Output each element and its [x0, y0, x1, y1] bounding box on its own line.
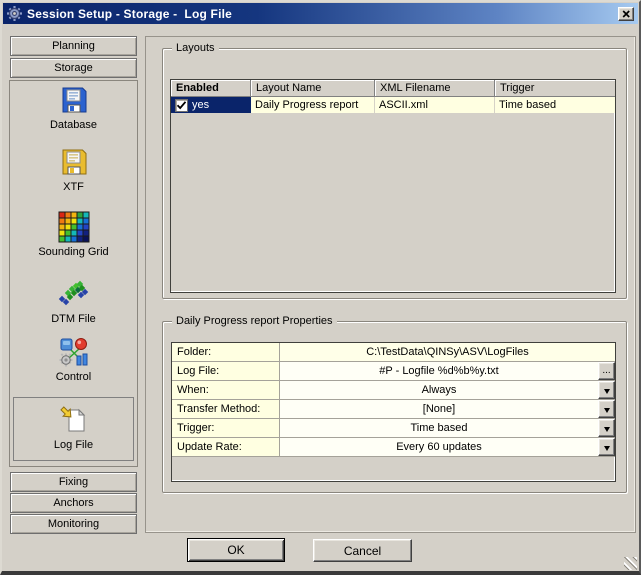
property-row-transfer-method: Transfer Method: [None] [172, 400, 615, 419]
browse-button[interactable]: ... [598, 362, 615, 380]
sidebar-item-sounding-grid[interactable]: Sounding Grid [13, 210, 134, 266]
sidebar-item-fixing[interactable]: Fixing [10, 472, 137, 492]
property-label: Transfer Method: [172, 400, 280, 418]
close-button[interactable] [618, 7, 634, 21]
transfer-method-dropdown-button[interactable] [598, 400, 615, 418]
sidebar-item-anchors[interactable]: Anchors [10, 493, 137, 513]
dtm-file-icon [57, 277, 91, 311]
chevron-down-icon [604, 408, 610, 416]
chevron-down-icon [604, 389, 610, 397]
xml-filename-cell[interactable]: ASCII.xml [375, 97, 495, 113]
enabled-checkbox[interactable] [175, 99, 188, 112]
property-label: Folder: [172, 343, 280, 361]
sidebar-item-storage[interactable]: Storage [10, 58, 137, 78]
cancel-button[interactable]: Cancel [313, 539, 412, 562]
property-label: Update Rate: [172, 438, 280, 456]
enabled-cell[interactable]: yes [171, 97, 251, 113]
sidebar-item-dtm-file[interactable]: DTM File [13, 277, 134, 333]
when-dropdown-button[interactable] [598, 381, 615, 399]
property-row-update-rate: Update Rate: Every 60 updates [172, 438, 615, 457]
resize-grip[interactable] [624, 557, 637, 570]
trigger-cell[interactable]: Time based [495, 97, 615, 113]
update-rate-value[interactable]: Every 60 updates [280, 438, 598, 456]
property-label: Log File: [172, 362, 280, 380]
sounding-grid-icon [57, 210, 91, 244]
database-floppy-blue-icon [57, 83, 91, 117]
column-header-enabled[interactable]: Enabled [171, 80, 251, 97]
sidebar-item-database[interactable]: Database [13, 83, 134, 139]
sidebar-item-planning[interactable]: Planning [10, 36, 137, 56]
sidebar-item-control[interactable]: Control [13, 335, 134, 391]
gear-app-icon [7, 6, 22, 21]
log-file-icon [57, 403, 91, 437]
sidebar-item-label: Log File [54, 439, 93, 452]
sidebar-item-label: Sounding Grid [38, 246, 108, 259]
layouts-group-title: Layouts [172, 41, 219, 55]
sidebar-item-label: Planning [52, 40, 95, 52]
sidebar-item-monitoring[interactable]: Monitoring [10, 514, 137, 534]
ok-button[interactable]: OK [187, 538, 285, 562]
property-label: When: [172, 381, 280, 399]
properties-group-title: Daily Progress report Properties [172, 314, 337, 328]
chevron-down-icon [604, 427, 610, 435]
layouts-groupbox: Layouts Enabled Layout Name XML Filename… [162, 48, 627, 299]
properties-table: Folder: C:\TestData\QINSy\ASV\LogFiles L… [171, 342, 616, 482]
title-bar[interactable]: Session Setup - Storage - Log File [3, 3, 638, 24]
update-rate-dropdown-button[interactable] [598, 438, 615, 456]
when-value[interactable]: Always [280, 381, 598, 399]
session-setup-dialog: Session Setup - Storage - Log File Plann… [0, 0, 641, 575]
property-row-when: When: Always [172, 381, 615, 400]
sidebar-item-label: Anchors [53, 497, 93, 509]
property-row-trigger: Trigger: Time based [172, 419, 615, 438]
sidebar-item-label: Control [56, 371, 91, 384]
sidebar-item-label: DTM File [51, 313, 96, 326]
folder-value[interactable]: C:\TestData\QINSy\ASV\LogFiles [280, 343, 615, 361]
property-label: Trigger: [172, 419, 280, 437]
layout-name-cell[interactable]: Daily Progress report [251, 97, 375, 113]
layouts-table-header: Enabled Layout Name XML Filename Trigger [171, 80, 615, 97]
property-row-log-file: Log File: #P - Logfile %d%b%y.txt ... [172, 362, 615, 381]
table-row: yes Daily Progress report ASCII.xml Time… [171, 97, 615, 113]
trigger-dropdown-button[interactable] [598, 419, 615, 437]
close-icon [622, 10, 631, 18]
layouts-table: Enabled Layout Name XML Filename Trigger… [170, 79, 616, 293]
column-header-trigger[interactable]: Trigger [495, 80, 615, 97]
sidebar-item-log-file[interactable]: Log File [13, 397, 134, 461]
sidebar-item-label: Fixing [59, 476, 88, 488]
check-icon [176, 100, 187, 111]
main-panel: Layouts Enabled Layout Name XML Filename… [145, 36, 636, 533]
sidebar-item-label: Monitoring [48, 518, 99, 530]
storage-icon-list: Database XTF Soundin [9, 80, 138, 467]
chevron-down-icon [604, 446, 610, 454]
column-header-xml-filename[interactable]: XML Filename [375, 80, 495, 97]
xtf-floppy-yellow-icon [57, 145, 91, 179]
log-file-value[interactable]: #P - Logfile %d%b%y.txt [280, 362, 598, 380]
sidebar-item-label: Storage [54, 62, 93, 74]
column-header-layout-name[interactable]: Layout Name [251, 80, 375, 97]
sidebar-item-label: Database [50, 119, 97, 132]
property-row-folder: Folder: C:\TestData\QINSy\ASV\LogFiles [172, 343, 615, 362]
trigger-value[interactable]: Time based [280, 419, 598, 437]
properties-groupbox: Daily Progress report Properties Folder:… [162, 321, 627, 493]
transfer-method-value[interactable]: [None] [280, 400, 598, 418]
enabled-value: yes [192, 99, 209, 111]
sidebar-item-xtf[interactable]: XTF [13, 145, 134, 201]
window-title: Session Setup - Storage - Log File [27, 7, 232, 21]
sidebar-item-label: XTF [63, 181, 84, 194]
control-icon [57, 335, 91, 369]
